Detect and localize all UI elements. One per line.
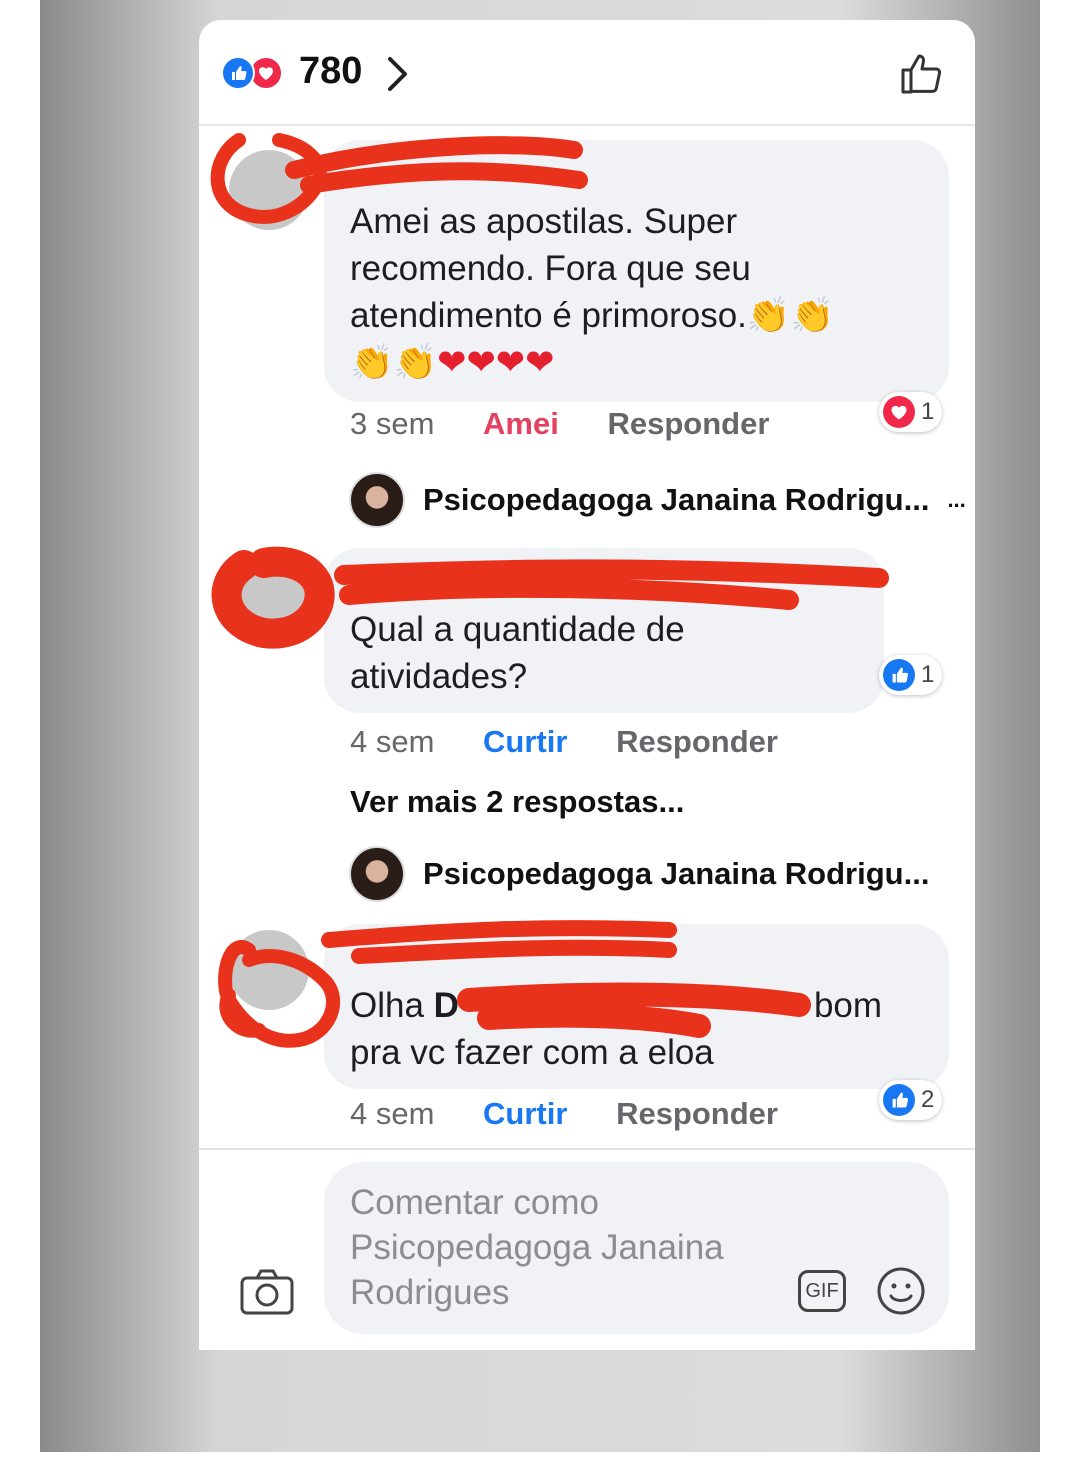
comment-line: Amei as apostilas. Super <box>350 202 738 241</box>
comment-time[interactable]: 3 sem <box>350 406 434 441</box>
comment-text: Amei as apostilas. Super recomendo. Fora… <box>350 198 834 386</box>
comment-line: recomendo. Fora que seu <box>350 249 751 288</box>
thumbs-up-icon[interactable] <box>899 50 945 101</box>
comment-actions: 4 sem Curtir Responder <box>350 1096 778 1132</box>
comment-text: Olha Dbom pra vc fazer com a eloa <box>350 982 882 1076</box>
more-icon[interactable]: ... <box>947 487 965 513</box>
love-button[interactable]: Amei <box>483 406 559 441</box>
reaction-badge[interactable]: 1 <box>879 655 943 695</box>
placeholder-line: Comentar como <box>350 1183 599 1222</box>
emoji-icon[interactable] <box>876 1266 926 1321</box>
comment-actions: 4 sem Curtir Responder <box>350 724 778 760</box>
view-more-replies[interactable]: Ver mais 2 respostas... <box>350 784 684 820</box>
like-button[interactable]: Curtir <box>483 724 567 759</box>
comment-time[interactable]: 4 sem <box>350 724 434 759</box>
reaction-badge-count: 1 <box>921 398 935 425</box>
reaction-badge-count: 2 <box>921 1086 935 1113</box>
comment-line: bom <box>813 986 883 1025</box>
like-icon <box>221 56 255 90</box>
comment-time[interactable]: 4 sem <box>350 1096 434 1131</box>
comments-panel: 780 Amei as apostilas. Super recomendo. … <box>199 20 975 1350</box>
comment-actions: 3 sem Amei Responder <box>350 406 769 442</box>
mention[interactable]: D <box>434 986 459 1025</box>
reply-button[interactable]: Responder <box>607 406 769 441</box>
comment-text: Qual a quantidade de atividades? <box>350 606 685 700</box>
comment-line: atividades? <box>350 657 528 696</box>
clap-emoji: 👏👏 <box>746 296 835 335</box>
reaction-badge[interactable]: 1 <box>879 392 943 432</box>
reaction-badge[interactable]: 2 <box>879 1080 943 1120</box>
like-button[interactable]: Curtir <box>483 1096 567 1131</box>
avatar[interactable] <box>349 846 405 902</box>
comment-line: Olha <box>350 986 434 1025</box>
reply-author[interactable]: Psicopedagoga Janaina Rodrigu... <box>423 482 929 518</box>
reply-row[interactable]: Psicopedagoga Janaina Rodrigu... <box>349 846 929 902</box>
avatar[interactable] <box>229 150 309 230</box>
reaction-badge-count: 1 <box>921 661 935 688</box>
reply-row[interactable]: Psicopedagoga Janaina Rodrigu... ... <box>349 472 966 528</box>
divider <box>199 1148 975 1150</box>
camera-icon[interactable] <box>239 1268 295 1321</box>
comment-line: Qual a quantidade de <box>350 610 685 649</box>
reaction-count[interactable]: 780 <box>299 50 362 93</box>
emoji-line: 👏👏❤❤❤❤ <box>350 343 555 382</box>
love-icon <box>883 396 915 428</box>
like-icon <box>883 659 915 691</box>
avatar[interactable] <box>229 560 309 640</box>
reply-author[interactable]: Psicopedagoga Janaina Rodrigu... <box>423 856 929 892</box>
chevron-right-icon[interactable] <box>385 54 411 99</box>
avatar[interactable] <box>349 472 405 528</box>
reply-button[interactable]: Responder <box>616 724 778 759</box>
comment-line: pra vc fazer com a eloa <box>350 1033 714 1072</box>
comment-line: atendimento é primoroso. <box>350 296 747 335</box>
reactions-header[interactable]: 780 <box>199 20 975 126</box>
like-icon <box>883 1084 915 1116</box>
comment-placeholder: Comentar como Psicopedagoga Janaina Rodr… <box>350 1180 770 1315</box>
comment-input[interactable]: Comentar como Psicopedagoga Janaina Rodr… <box>324 1162 949 1334</box>
reply-button[interactable]: Responder <box>616 1096 778 1131</box>
gif-icon[interactable]: GIF <box>798 1270 846 1312</box>
placeholder-line: Psicopedagoga Janaina <box>350 1228 724 1267</box>
placeholder-line: Rodrigues <box>350 1273 510 1312</box>
avatar[interactable] <box>229 930 309 1010</box>
